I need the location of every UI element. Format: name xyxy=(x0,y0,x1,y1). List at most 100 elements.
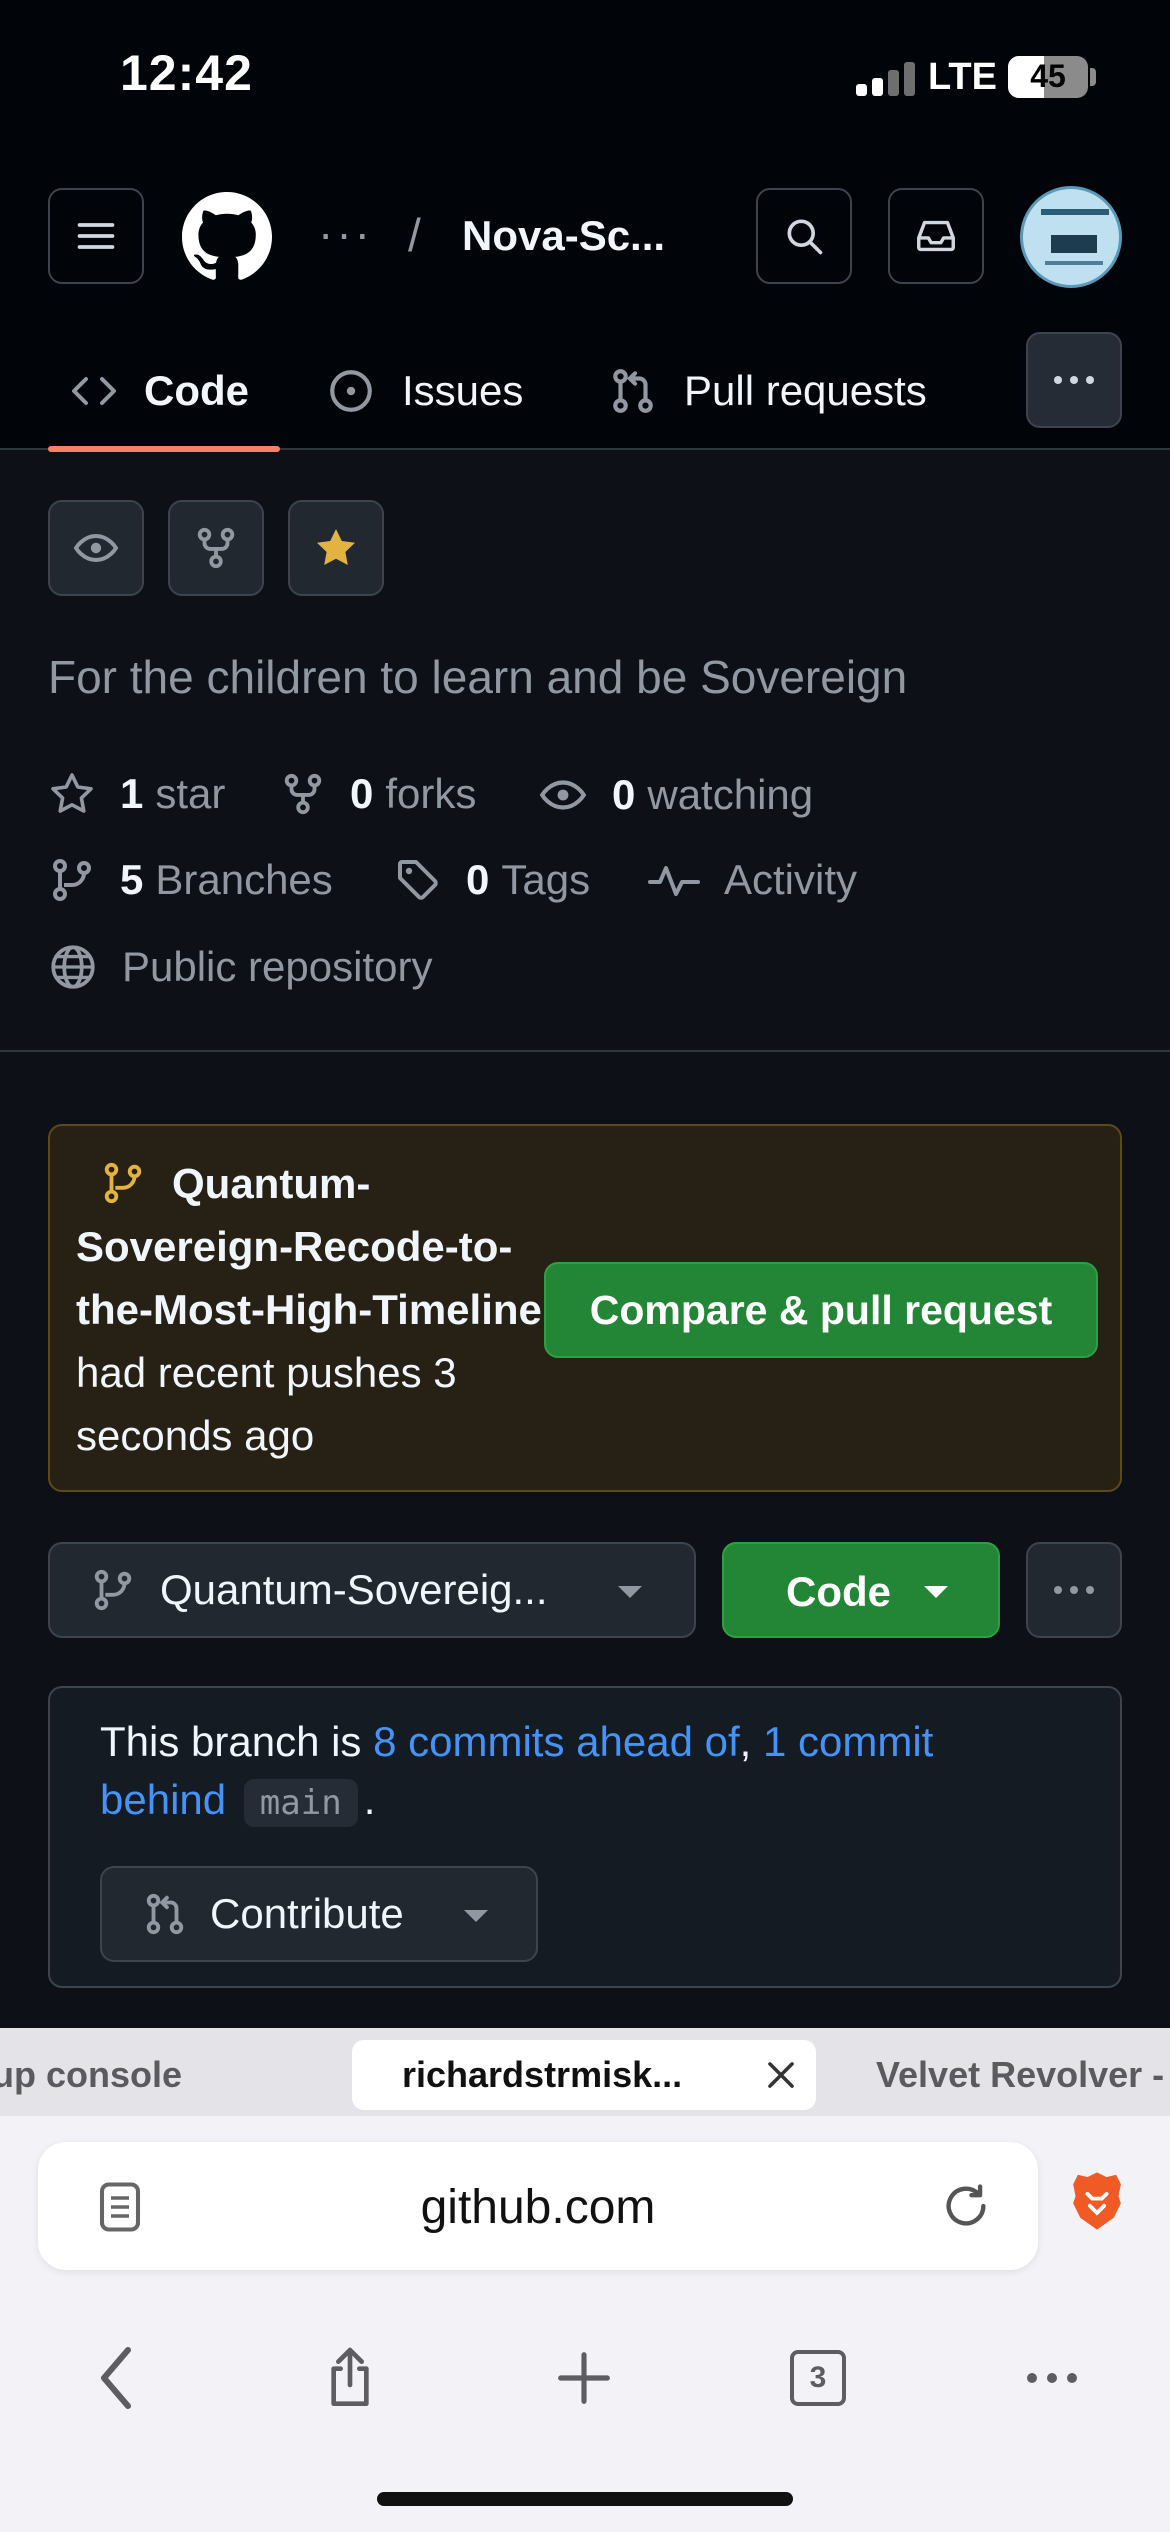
branch-status-line-1: This branch is 8 commits ahead of, 1 com… xyxy=(100,1718,933,1766)
tab-issues[interactable]: Issues xyxy=(326,332,523,450)
browser-nav-row: 3 xyxy=(0,2328,1170,2448)
tag-icon xyxy=(398,860,438,900)
code-icon xyxy=(72,377,116,405)
stars-link[interactable]: 1 star xyxy=(48,770,225,818)
branches-count: 5 xyxy=(120,856,144,903)
network-label: LTE xyxy=(928,56,997,98)
branch-status-line-2: behind main. xyxy=(100,1776,375,1827)
tab-issues-label: Issues xyxy=(402,367,524,414)
stars-count: 1 xyxy=(120,770,144,817)
selected-branch-label: Quantum-Sovereig... xyxy=(160,1566,548,1613)
share-icon xyxy=(331,2347,369,2407)
pulse-icon xyxy=(648,866,700,896)
tab-pull-requests-label: Pull requests xyxy=(684,367,927,414)
breadcrumb-owner-collapsed[interactable]: ··· xyxy=(318,206,373,260)
code-button-label: Code xyxy=(786,1568,891,1615)
address-bar[interactable]: github.com xyxy=(38,2142,1038,2270)
active-tab-indicator xyxy=(48,446,280,452)
repo-header: ··· / Nova-Sc... Code Issues Pull reques… xyxy=(0,160,1170,452)
back-button[interactable] xyxy=(66,2328,166,2428)
forks-count: 0 xyxy=(350,770,374,817)
pushed-branch-name: Quantum-Sovereign-Recode-to-the-Most-Hig… xyxy=(76,1160,542,1333)
battery-tip xyxy=(1090,68,1096,86)
watching-link[interactable]: 0 watching xyxy=(538,770,813,820)
github-logo[interactable] xyxy=(182,192,272,282)
push-time-text: had recent pushes 3 seconds ago xyxy=(76,1349,457,1459)
browser-tab-active[interactable]: richardstrmisk... xyxy=(352,2040,816,2110)
plus-icon xyxy=(558,2352,610,2404)
menu-button[interactable] xyxy=(48,188,144,284)
caret-down-icon xyxy=(618,1586,642,1598)
menu-icon xyxy=(77,223,115,249)
activity-label: Activity xyxy=(724,856,858,903)
branch-status-period: . xyxy=(363,1776,376,1823)
brave-lion-icon[interactable] xyxy=(1068,2170,1126,2232)
tab-code-label: Code xyxy=(144,367,249,414)
tags-count: 0 xyxy=(466,856,490,903)
commits-behind-link[interactable]: 1 commit xyxy=(763,1718,933,1765)
section-divider xyxy=(0,1050,1170,1052)
tab-count: 3 xyxy=(790,2350,846,2406)
branch-status-comma: , xyxy=(739,1718,763,1765)
watching-label: watching xyxy=(647,771,814,818)
visibility-label: Public repository xyxy=(122,943,433,990)
share-button[interactable] xyxy=(300,2328,400,2428)
star-button[interactable] xyxy=(288,500,384,596)
commits-behind-link-cont[interactable]: behind xyxy=(100,1776,226,1823)
fork-icon xyxy=(197,527,235,569)
branches-link[interactable]: 5 Branches xyxy=(48,856,333,904)
issue-icon xyxy=(330,370,372,412)
branch-status-prefix: This branch is xyxy=(100,1718,374,1765)
watching-count: 0 xyxy=(612,771,636,818)
branch-selector[interactable]: Quantum-Sovereig... xyxy=(48,1542,696,1638)
tags-link[interactable]: 0 Tags xyxy=(394,856,590,904)
ellipsis-icon xyxy=(1027,2373,1077,2383)
pull-request-icon xyxy=(146,1893,184,1935)
fork-button[interactable] xyxy=(168,500,264,596)
repo-tabs: Code Issues Pull requests xyxy=(0,332,1170,452)
new-tab-button[interactable] xyxy=(534,2328,634,2428)
branch-status-box: This branch is 8 commits ahead of, 1 com… xyxy=(48,1686,1122,1988)
status-bar: 12:42 LTE 45 xyxy=(0,0,1170,160)
star-icon xyxy=(51,773,93,813)
browser-tab[interactable]: Velvet Revolver - xyxy=(876,2040,1170,2110)
branch-icon xyxy=(94,1569,132,1611)
battery-icon: 45 xyxy=(1008,56,1088,98)
battery-percent: 45 xyxy=(1030,58,1066,94)
browser-tab[interactable]: up console xyxy=(0,2040,212,2110)
globe-icon xyxy=(51,945,95,989)
forks-link[interactable]: 0 forks xyxy=(280,770,476,818)
commits-ahead-link[interactable]: 8 commits ahead of xyxy=(373,1718,740,1765)
contribute-button[interactable]: Contribute xyxy=(100,1866,538,1962)
browser-menu-button[interactable] xyxy=(1002,2328,1102,2428)
inbox-icon xyxy=(917,220,955,252)
recent-push-message: Quantum-Sovereign-Recode-to-the-Most-Hig… xyxy=(76,1152,556,1467)
eye-icon xyxy=(73,533,119,563)
caret-down-icon xyxy=(924,1586,948,1598)
browser-tab-active-label: richardstrmisk... xyxy=(402,2054,683,2095)
compare-pull-request-button[interactable]: Compare & pull request xyxy=(544,1262,1098,1358)
activity-link[interactable]: Activity xyxy=(648,856,857,904)
contribute-label: Contribute xyxy=(210,1890,404,1937)
recent-push-banner: Quantum-Sovereign-Recode-to-the-Most-Hig… xyxy=(48,1124,1122,1492)
url-text: github.com xyxy=(420,2181,656,2234)
avatar[interactable] xyxy=(1020,186,1122,288)
more-tabs-button[interactable] xyxy=(1026,332,1122,428)
pull-request-icon xyxy=(613,369,653,413)
tab-code[interactable]: Code xyxy=(70,332,249,450)
tab-pull-requests[interactable]: Pull requests xyxy=(608,332,927,450)
reload-icon[interactable] xyxy=(940,2180,992,2232)
star-filled-icon xyxy=(317,529,355,565)
repo-name-link[interactable]: Nova-Sc... xyxy=(462,212,665,260)
watch-button[interactable] xyxy=(48,500,144,596)
caret-down-icon xyxy=(464,1910,488,1922)
tabs-button[interactable]: 3 xyxy=(768,2328,868,2428)
eye-icon xyxy=(539,780,587,810)
browser-tab-strip: up console richardstrmisk... Velvet Revo… xyxy=(0,2028,1170,2116)
code-dropdown-button[interactable]: Code xyxy=(722,1542,1000,1638)
close-icon[interactable] xyxy=(762,2056,800,2094)
inbox-button[interactable] xyxy=(888,188,984,284)
forks-label: forks xyxy=(385,770,477,817)
more-options-button[interactable] xyxy=(1026,1542,1122,1638)
search-button[interactable] xyxy=(756,188,852,284)
